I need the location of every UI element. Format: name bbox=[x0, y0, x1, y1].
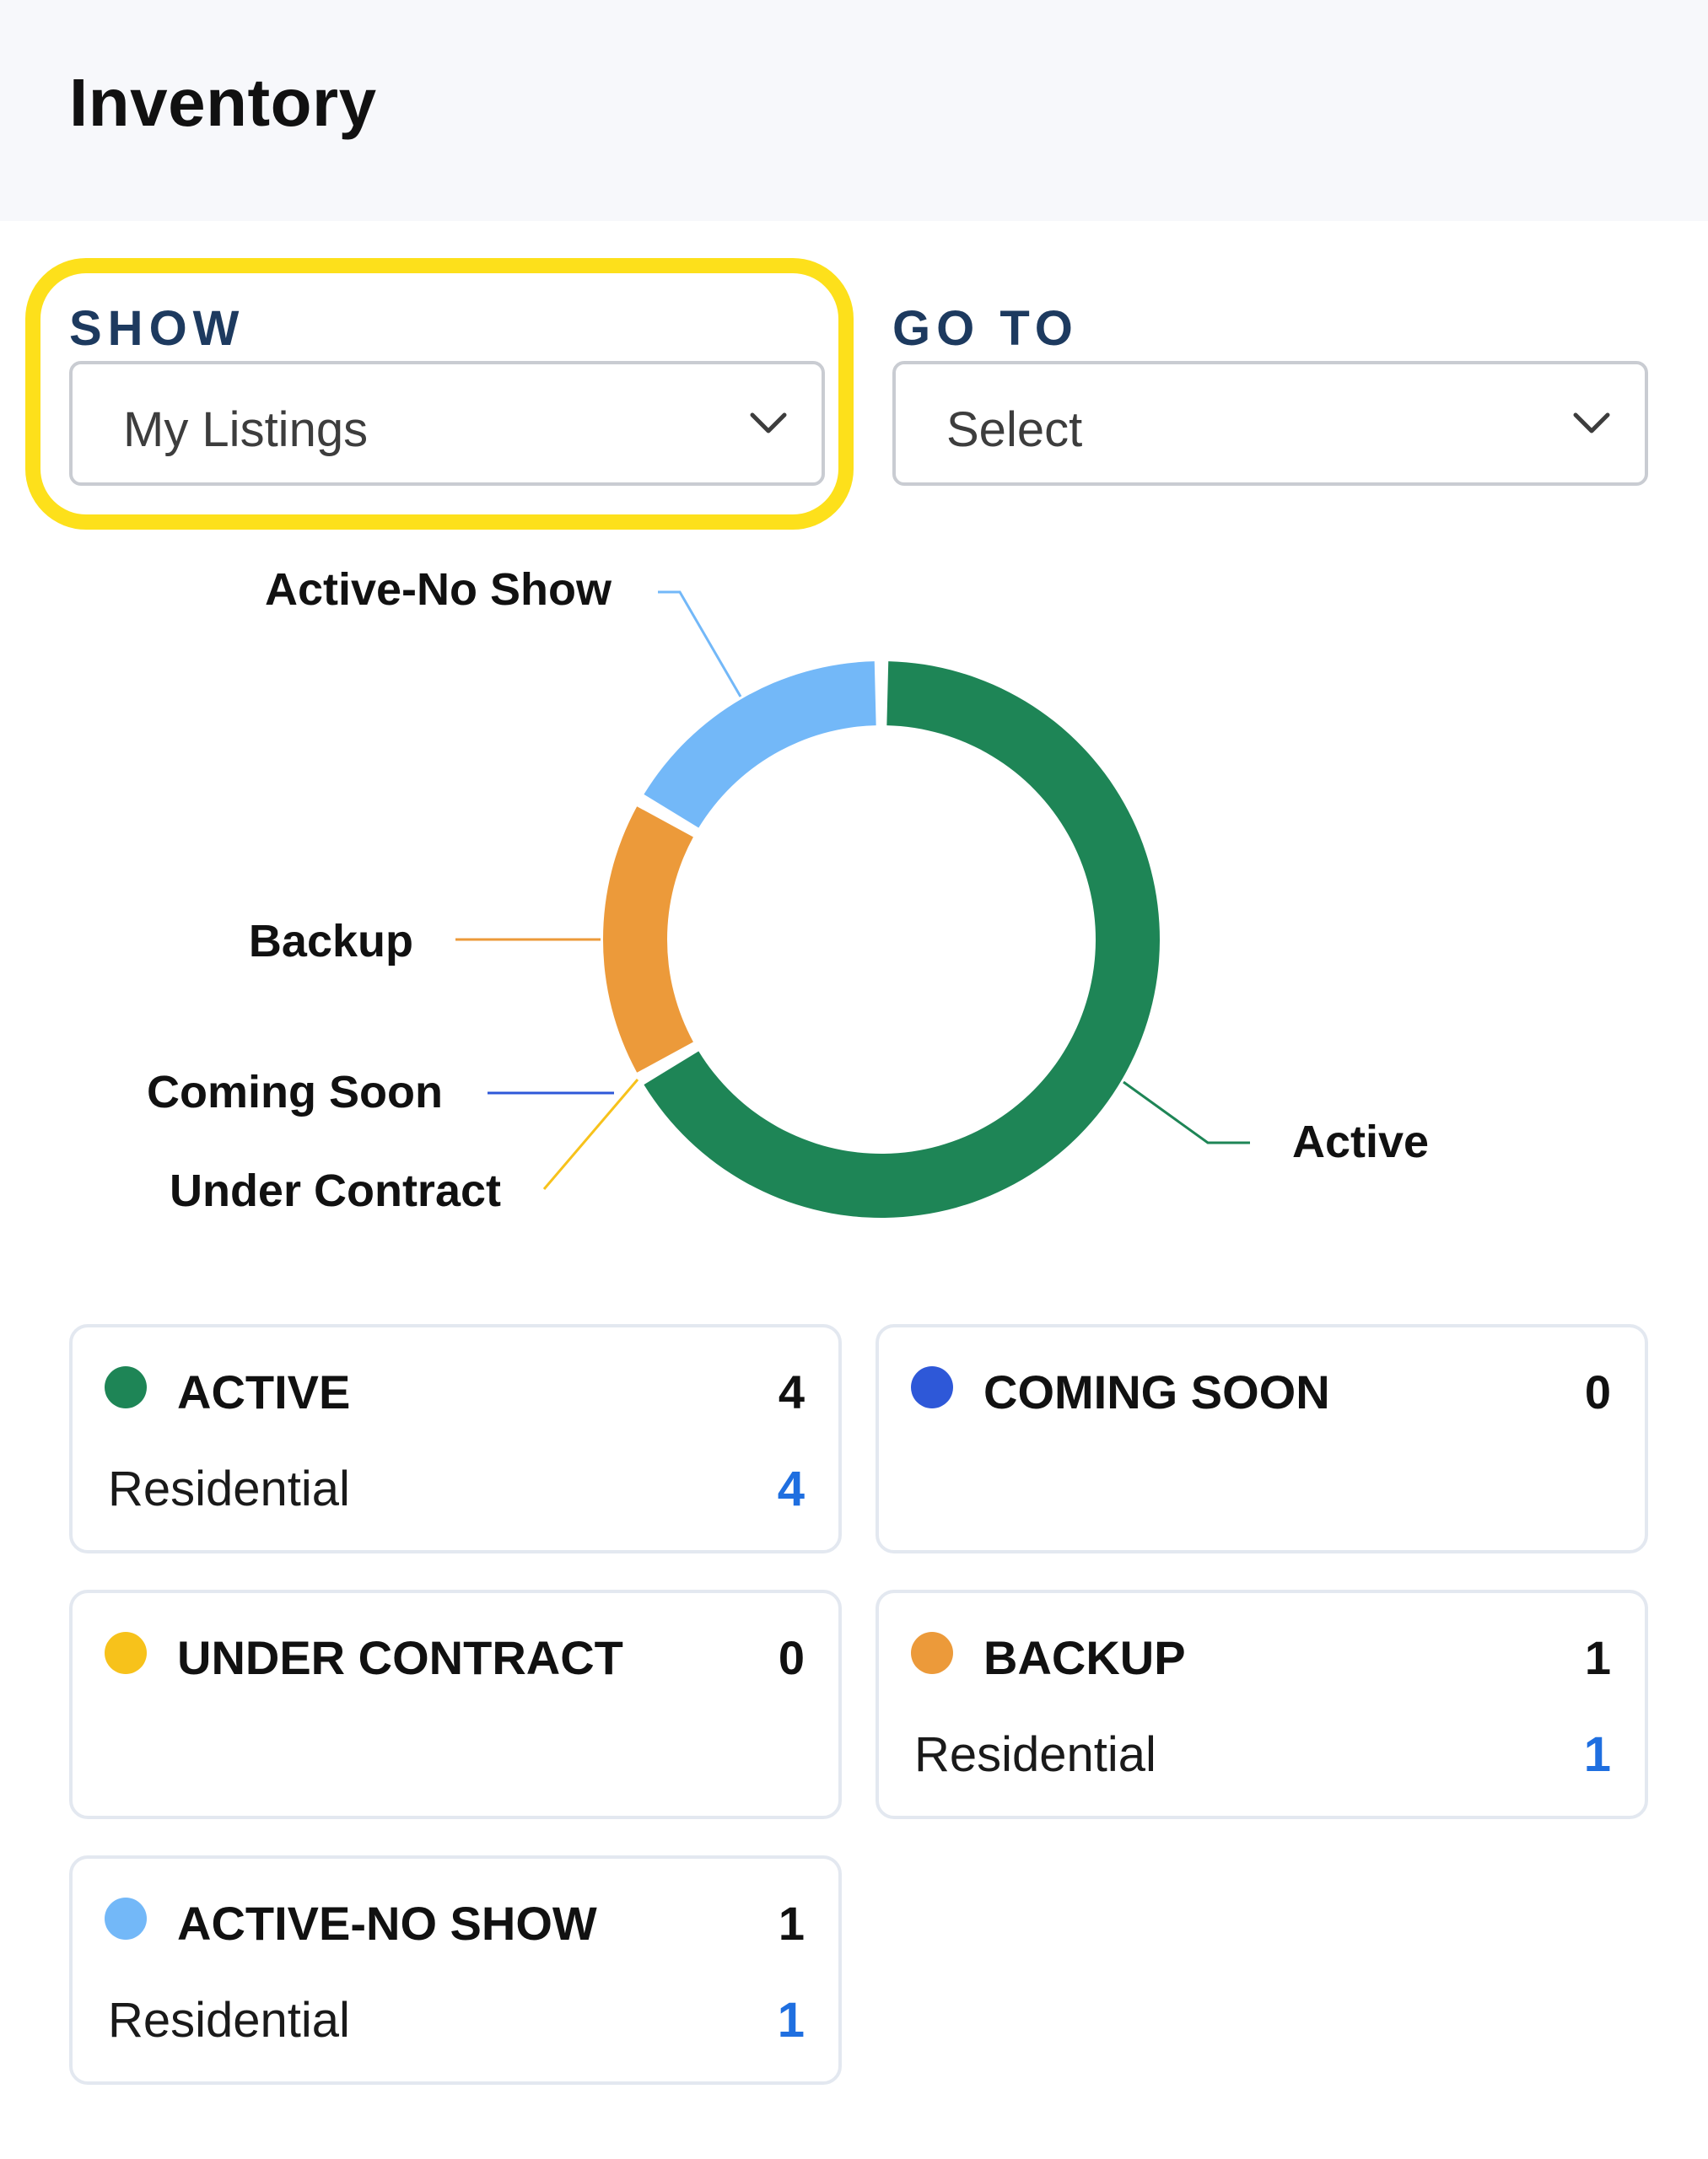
status-card-active-no-show[interactable]: ACTIVE-NO SHOW 1 Residential 1 bbox=[69, 1855, 842, 2085]
status-card-count: 1 bbox=[778, 1897, 805, 1950]
orange-dot-icon bbox=[911, 1632, 953, 1674]
status-card-subtype-count-link[interactable]: 4 bbox=[778, 1461, 805, 1517]
show-select-value: My Listings bbox=[123, 402, 369, 457]
chevron-down-icon bbox=[750, 412, 787, 433]
show-label: SHOW bbox=[69, 301, 245, 356]
status-card-subtype-count-link[interactable]: 1 bbox=[1584, 1726, 1611, 1783]
inventory-donut-chart: Active Coming Soon Under Contract Backup Act… bbox=[147, 564, 1429, 1218]
status-card-title: UNDER CONTRACT bbox=[177, 1631, 623, 1684]
status-card-title: BACKUP bbox=[983, 1631, 1186, 1684]
leader-line-active-no-show bbox=[658, 590, 742, 697]
donut-slice-backup[interactable] bbox=[603, 806, 693, 1073]
status-card-under-contract[interactable]: UNDER CONTRACT 0 bbox=[69, 1590, 842, 1819]
chart-label-backup: Backup bbox=[249, 916, 413, 966]
green-dot-icon bbox=[105, 1366, 147, 1408]
status-card-subtype-label: Residential bbox=[108, 1993, 350, 2048]
chart-label-active-no-show: Active-No Show bbox=[265, 564, 612, 615]
status-card-count: 0 bbox=[1584, 1365, 1611, 1419]
status-card-title: ACTIVE-NO SHOW bbox=[177, 1897, 597, 1950]
light-blue-dot-icon bbox=[105, 1898, 147, 1940]
status-card-count: 4 bbox=[778, 1365, 805, 1419]
page-title: Inventory bbox=[69, 65, 377, 140]
status-card-subtype-count-link[interactable]: 1 bbox=[778, 1992, 805, 2049]
status-card-count: 1 bbox=[1584, 1631, 1611, 1684]
chart-label-under-contract: Under Contract bbox=[170, 1166, 501, 1216]
status-card-title: COMING SOON bbox=[983, 1365, 1330, 1419]
show-select[interactable]: My Listings bbox=[69, 361, 825, 486]
blue-dot-icon bbox=[911, 1366, 953, 1408]
goto-select[interactable]: Select bbox=[892, 361, 1648, 486]
status-card-count: 0 bbox=[778, 1631, 805, 1684]
chart-label-active: Active bbox=[1292, 1117, 1429, 1167]
status-card-subtype-label: Residential bbox=[914, 1727, 1156, 1782]
chevron-down-icon bbox=[1573, 412, 1610, 433]
goto-select-value: Select bbox=[946, 402, 1083, 457]
status-card-backup[interactable]: BACKUP 1 Residential 1 bbox=[876, 1590, 1648, 1819]
status-card-active[interactable]: ACTIVE 4 Residential 4 bbox=[69, 1324, 842, 1553]
status-card-title: ACTIVE bbox=[177, 1365, 351, 1419]
donut-slice-active-no-show[interactable] bbox=[644, 661, 876, 828]
chart-label-coming-soon: Coming Soon bbox=[147, 1067, 443, 1117]
inventory-header: Inventory bbox=[0, 0, 1708, 221]
leader-line-under-contract bbox=[542, 1079, 639, 1190]
status-card-subtype-label: Residential bbox=[108, 1462, 350, 1516]
status-card-coming-soon[interactable]: COMING SOON 0 bbox=[876, 1324, 1648, 1553]
yellow-dot-icon bbox=[105, 1632, 147, 1674]
goto-label: GO TO bbox=[892, 301, 1079, 356]
leader-line-active bbox=[1123, 1080, 1250, 1144]
